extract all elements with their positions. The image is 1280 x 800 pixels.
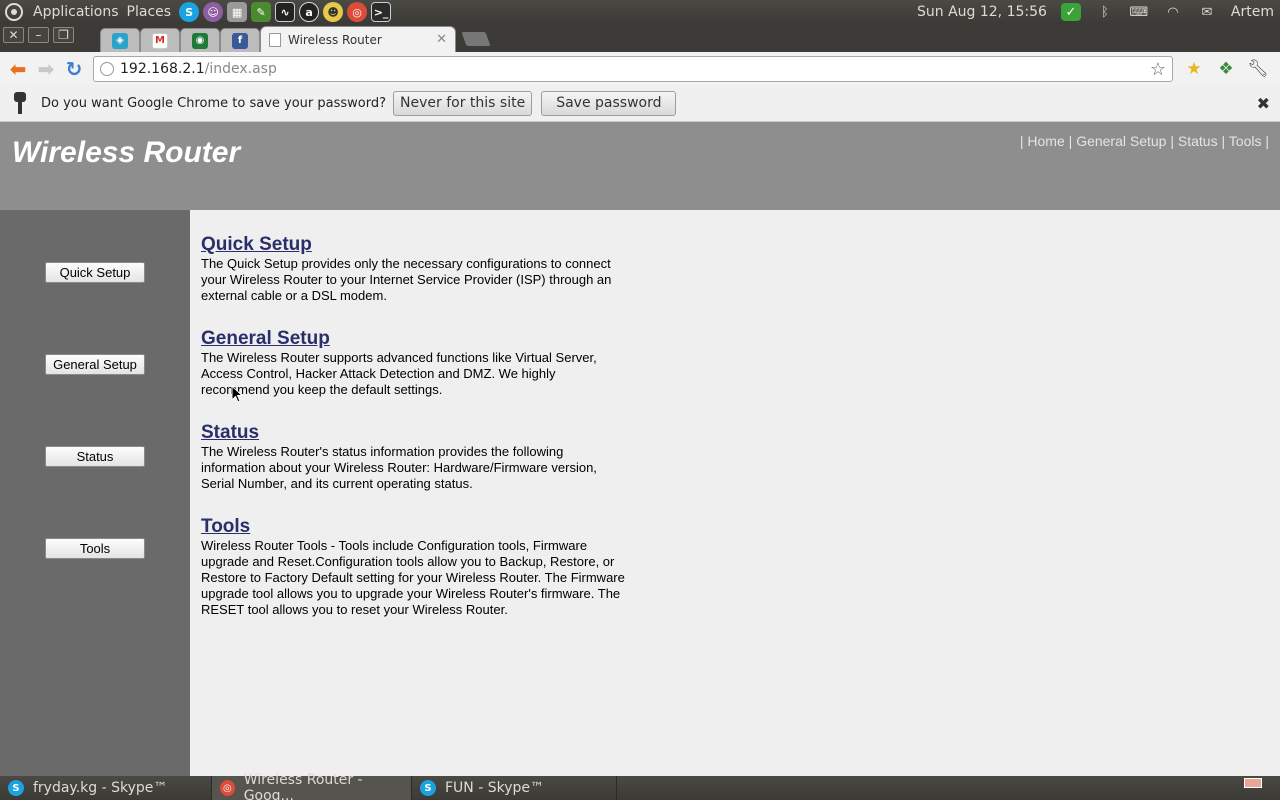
taskbar-item-chrome[interactable]: ◎ Wireless Router - Goog... xyxy=(212,772,412,800)
quick-setup-button[interactable]: Quick Setup xyxy=(45,262,145,283)
minimize-window-icon[interactable]: – xyxy=(28,27,49,43)
main-content: Quick Setup The Quick Setup provides onl… xyxy=(201,234,626,642)
places-menu[interactable]: Places xyxy=(123,0,176,24)
section-tools: Tools Wireless Router Tools - Tools incl… xyxy=(201,516,626,618)
chrome-launcher-icon[interactable]: ◎ xyxy=(347,2,368,22)
app-favicon-icon: ◉ xyxy=(192,32,208,49)
site-title: Wireless Router xyxy=(12,136,241,169)
extension-icon[interactable]: ❖ xyxy=(1215,58,1237,80)
section-status: Status The Wireless Router's status info… xyxy=(201,422,626,492)
terminal-launcher-icon[interactable]: >_ xyxy=(371,2,392,22)
back-arrow-icon[interactable]: ⬅ xyxy=(7,57,29,81)
app-favicon-icon: ◈ xyxy=(112,32,128,49)
user-menu[interactable]: Artem xyxy=(1231,4,1274,20)
forward-arrow-icon[interactable]: ➡ xyxy=(35,57,57,81)
skype-launcher-icon[interactable]: S xyxy=(179,2,200,22)
system-tray: Sun Aug 12, 15:56 ✓ ᛒ ⌨ ◠ ✉ Artem xyxy=(917,0,1280,24)
tab-facebook[interactable]: f xyxy=(220,28,260,52)
window-controls: ✕ – ❐ xyxy=(3,27,74,43)
applications-menu[interactable]: Applications xyxy=(29,0,123,24)
workspace-switcher[interactable] xyxy=(1244,778,1262,788)
tab-wireless-router[interactable]: Wireless Router ✕ xyxy=(260,26,456,52)
tools-button[interactable]: Tools xyxy=(45,538,145,559)
amazon-launcher-icon[interactable]: a xyxy=(299,2,320,22)
wrench-menu-icon[interactable]: 🔧︎ xyxy=(1247,58,1269,80)
page-favicon-icon xyxy=(269,32,281,47)
infobar-message: Do you want Google Chrome to save your p… xyxy=(41,95,387,111)
address-bar[interactable]: 192.168.2.1/index.asp ☆ xyxy=(93,55,1173,82)
tools-launcher-icon[interactable]: ✎ xyxy=(251,2,272,22)
key-icon xyxy=(14,92,26,114)
favorites-star-icon[interactable]: ★ xyxy=(1183,58,1205,80)
close-tab-icon[interactable]: ✕ xyxy=(436,32,447,47)
extension-icons: ★ ❖ 🔧︎ xyxy=(1183,58,1269,80)
tab-title: Wireless Router xyxy=(288,32,382,47)
keyboard-icon[interactable]: ⌨ xyxy=(1129,3,1149,21)
messaging-icon[interactable]: ✉ xyxy=(1197,3,1217,21)
launcher-icons: S ☺ ▦ ✎ ∿ a ☻ ◎ >_ xyxy=(179,2,392,22)
gmail-favicon-icon: M xyxy=(152,32,168,49)
save-password-button[interactable]: Save password xyxy=(541,90,677,116)
tab-strip: ✕ – ❐ ◈ M ◉ f Wireless Router ✕ xyxy=(0,24,1280,52)
update-notifier-icon[interactable]: ✓ xyxy=(1060,3,1081,21)
top-nav-tools[interactable]: Tools xyxy=(1229,133,1262,149)
tab-pinned-1[interactable]: ◈ xyxy=(100,28,140,52)
section-text-status: The Wireless Router's status information… xyxy=(201,444,597,491)
globe-icon xyxy=(100,61,114,76)
facebook-favicon-icon: f xyxy=(232,32,248,49)
wifi-icon[interactable]: ◠ xyxy=(1163,3,1183,21)
ubuntu-logo-icon[interactable] xyxy=(5,3,23,21)
section-text-quick-setup: The Quick Setup provides only the necess… xyxy=(201,256,612,303)
top-nav-status[interactable]: Status xyxy=(1178,133,1218,149)
top-nav-general-setup[interactable]: General Setup xyxy=(1076,133,1166,149)
taskbar-item-label: FUN - Skype™ xyxy=(445,780,545,796)
page-header: Wireless Router | Home | General Setup |… xyxy=(0,122,1280,210)
gnome-launcher-icon[interactable]: ☻ xyxy=(323,2,344,22)
section-text-general-setup: The Wireless Router supports advanced fu… xyxy=(201,350,597,397)
taskbar-item-label: Wireless Router - Goog... xyxy=(243,772,363,800)
bottom-taskbar: S fryday.kg - Skype™ ◎ Wireless Router -… xyxy=(0,772,1280,800)
top-nav-home[interactable]: Home xyxy=(1027,133,1064,149)
taskbar-item-skype-fun[interactable]: S FUN - Skype™ xyxy=(412,776,617,800)
taskbar-item-skype-fryday[interactable]: S fryday.kg - Skype™ xyxy=(0,776,212,800)
skype-icon: S xyxy=(420,780,436,796)
system-monitor-launcher-icon[interactable]: ∿ xyxy=(275,2,296,22)
side-nav: Quick Setup General Setup Status Tools xyxy=(0,210,190,776)
chrome-icon: ◎ xyxy=(220,780,235,796)
url-host: 192.168.2.1 xyxy=(120,60,205,77)
bluetooth-icon[interactable]: ᛒ xyxy=(1095,3,1115,21)
close-infobar-icon[interactable]: ✖ xyxy=(1257,94,1270,113)
calculator-launcher-icon[interactable]: ▦ xyxy=(227,2,248,22)
section-heading-general-setup[interactable]: General Setup xyxy=(201,328,626,350)
section-heading-tools[interactable]: Tools xyxy=(201,516,626,538)
never-for-this-site-button[interactable]: Never for this site xyxy=(393,90,533,116)
reload-icon[interactable]: ↻ xyxy=(63,57,85,81)
top-nav: | Home | General Setup | Status | Tools … xyxy=(1019,133,1269,149)
clock[interactable]: Sun Aug 12, 15:56 xyxy=(917,4,1047,20)
router-page: Wireless Router | Home | General Setup |… xyxy=(0,122,1280,776)
maximize-window-icon[interactable]: ❐ xyxy=(53,27,74,43)
general-setup-button[interactable]: General Setup xyxy=(45,354,145,375)
tab-gmail[interactable]: M xyxy=(140,28,180,52)
close-window-icon[interactable]: ✕ xyxy=(3,27,24,43)
section-general-setup: General Setup The Wireless Router suppor… xyxy=(201,328,626,398)
top-panel: Applications Places S ☺ ▦ ✎ ∿ a ☻ ◎ >_ S… xyxy=(0,0,1280,24)
url-path: /index.asp xyxy=(204,60,277,77)
section-heading-status[interactable]: Status xyxy=(201,422,626,444)
section-quick-setup: Quick Setup The Quick Setup provides onl… xyxy=(201,234,626,304)
tab-pinned-3[interactable]: ◉ xyxy=(180,28,220,52)
browser-toolbar: ⬅ ➡ ↻ 192.168.2.1/index.asp ☆ ★ ❖ 🔧︎ xyxy=(0,52,1280,85)
skype-icon: S xyxy=(8,780,24,796)
tabs: ◈ M ◉ f Wireless Router ✕ xyxy=(100,26,491,52)
bookmark-star-icon[interactable]: ☆ xyxy=(1150,59,1166,80)
pidgin-launcher-icon[interactable]: ☺ xyxy=(203,2,224,22)
status-button[interactable]: Status xyxy=(45,446,145,467)
new-tab-button[interactable] xyxy=(461,32,491,46)
taskbar-item-label: fryday.kg - Skype™ xyxy=(33,780,168,796)
section-heading-quick-setup[interactable]: Quick Setup xyxy=(201,234,626,256)
save-password-infobar: Do you want Google Chrome to save your p… xyxy=(0,85,1280,122)
section-text-tools: Wireless Router Tools - Tools include Co… xyxy=(201,538,625,617)
